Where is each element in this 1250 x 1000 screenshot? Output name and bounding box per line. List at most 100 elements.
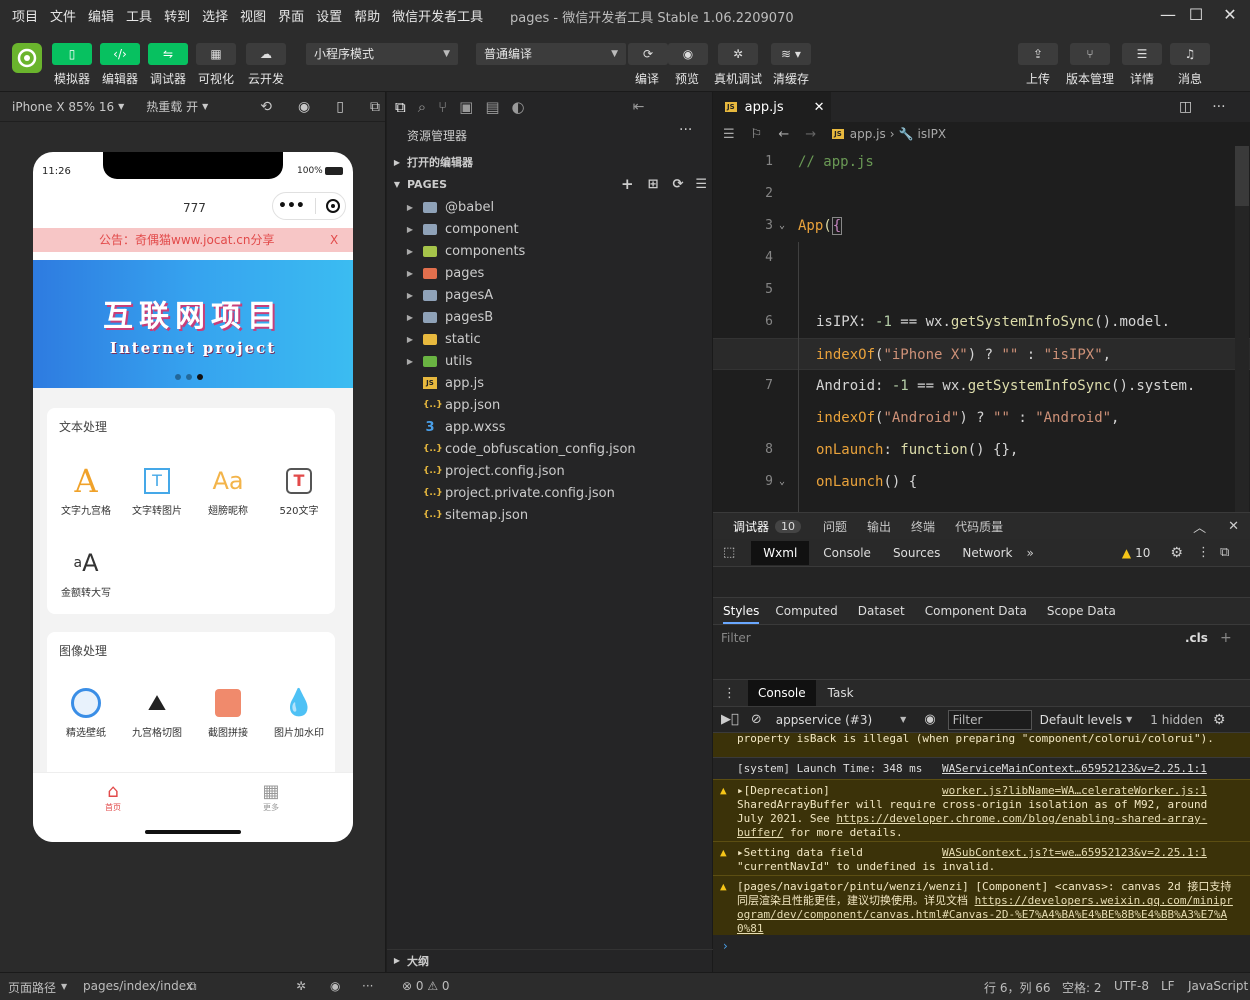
problems-count[interactable]: ⊗ 0 ⚠ 0 <box>402 979 450 993</box>
tree-folder[interactable]: ▶ pagesA <box>387 284 713 306</box>
grid-item-520-text[interactable]: T 520文字 <box>264 464 334 517</box>
console-source-link[interactable]: worker.js?libName=WA…celerateWorker.js:1 <box>942 784 1207 798</box>
language-mode[interactable]: JavaScript <box>1188 979 1248 993</box>
tree-folder[interactable]: ▶ utils <box>387 350 713 372</box>
tab-task[interactable]: Task <box>828 686 854 700</box>
close-mini-icon[interactable] <box>325 199 340 213</box>
cls-button[interactable]: .cls <box>1185 631 1208 645</box>
tree-file[interactable]: {..} project.config.json <box>387 460 713 482</box>
collapse-all-icon[interactable]: ☰ <box>695 177 707 192</box>
more-vertical-icon[interactable]: ⋮ <box>1197 545 1210 560</box>
add-rule-icon[interactable]: + <box>1220 630 1232 646</box>
clear-console-icon[interactable]: ⊘ <box>751 712 762 727</box>
debugger-toggle-button[interactable]: ⇋ <box>148 43 188 65</box>
tab-more[interactable]: ▦ 更多 <box>241 781 301 813</box>
dock-icon[interactable]: ⧉ <box>1220 545 1229 560</box>
menu-view[interactable]: 视图 <box>234 6 272 25</box>
console-filter-input[interactable]: Filter <box>947 709 1032 730</box>
refresh-icon[interactable]: ⟳ <box>673 177 684 192</box>
grid-item-text-image[interactable]: T 文字转图片 <box>122 464 192 517</box>
editor-tab-app-js[interactable]: JS app.js ✕ <box>713 92 831 122</box>
phone-icon[interactable]: ▯ <box>336 99 344 115</box>
gear-icon[interactable]: ⚙ <box>1170 545 1183 561</box>
remote-debug-button[interactable]: ✲ <box>718 43 758 65</box>
clear-cache-button[interactable]: ≋ ▾ <box>771 43 811 65</box>
page-path[interactable]: pages/index/index <box>83 979 193 993</box>
menu-help[interactable]: 帮助 <box>348 6 386 25</box>
more-vertical-icon[interactable]: ⋮ <box>723 686 736 701</box>
tree-file[interactable]: JS app.js <box>387 372 713 394</box>
tab-wxml[interactable]: Wxml <box>751 540 810 565</box>
grid-item-screenshot-join[interactable]: 截图拼接 <box>193 686 263 739</box>
tree-file[interactable]: {..} project.private.config.json <box>387 482 713 504</box>
console-prompt-icon[interactable]: › <box>723 939 728 953</box>
sidebar-toggle-icon[interactable]: ▶⃞ <box>721 712 739 727</box>
menu-select[interactable]: 选择 <box>196 6 234 25</box>
tree-file[interactable]: {..} code_obfuscation_config.json <box>387 438 713 460</box>
tab-sources[interactable]: Sources <box>893 546 940 560</box>
open-editors-header[interactable]: ▶ 打开的编辑器 <box>387 151 713 173</box>
context-select[interactable]: appservice (#3) <box>776 713 872 727</box>
tree-file[interactable]: 3 app.wxss <box>387 416 713 438</box>
more-tabs-icon[interactable]: » <box>1027 546 1034 560</box>
menu-file[interactable]: 文件 <box>44 6 82 25</box>
fold-icon[interactable]: ⌄ <box>779 466 785 498</box>
inspect-icon[interactable]: ⬚ <box>723 545 735 560</box>
console-source-link[interactable]: WAServiceMainContext…65952123&v=2.25.1:1 <box>942 762 1207 776</box>
grid-item-amount-upper[interactable]: aA 金额转大写 <box>51 546 121 599</box>
details-button[interactable]: ☰ <box>1122 43 1162 65</box>
tree-folder[interactable]: ▶ @babel <box>387 196 713 218</box>
rotate-icon[interactable]: ⟲ <box>260 99 272 115</box>
outline-header[interactable]: ▶ 大纲 <box>387 949 713 971</box>
cloud-dev-button[interactable]: ☁ <box>246 43 286 65</box>
line-ending[interactable]: LF <box>1161 979 1175 993</box>
more-icon[interactable]: ··· <box>679 122 692 138</box>
styles-filter-input[interactable]: Filter <box>721 631 1171 645</box>
menu-wechat-devtools[interactable]: 微信开发者工具 <box>386 6 489 25</box>
more-icon[interactable]: ··· <box>362 979 373 993</box>
new-file-icon[interactable]: + <box>621 175 634 193</box>
menu-edit[interactable]: 编辑 <box>82 6 120 25</box>
gear-icon[interactable]: ⚙ <box>1213 712 1226 728</box>
tab-terminal[interactable]: 终端 <box>911 518 935 535</box>
upload-button[interactable]: ⇪ <box>1018 43 1058 65</box>
maximize-icon[interactable]: ☐ <box>1178 4 1214 26</box>
menu-goto[interactable]: 转到 <box>158 6 196 25</box>
storage-icon[interactable]: ▤ <box>485 98 499 116</box>
bug-icon[interactable]: ✲ <box>296 979 306 993</box>
grid-item-wing-nickname[interactable]: Aa 翅膀昵称 <box>193 464 263 517</box>
tree-folder[interactable]: ▶ component <box>387 218 713 240</box>
menu-ui[interactable]: 界面 <box>272 6 310 25</box>
grid-item-watermark[interactable]: 💧 图片加水印 <box>264 686 334 739</box>
code-area[interactable]: 1 // app.js 2 3 ⌄ App({ 4 5 6 isIPX: -1 == w… <box>713 146 1250 512</box>
chevron-up-icon[interactable]: ︿ <box>1193 517 1206 536</box>
files-icon[interactable]: ⧉ <box>395 98 406 116</box>
more-icon[interactable]: ••• <box>278 198 305 214</box>
tab-console[interactable]: Console <box>823 546 871 560</box>
tree-folder[interactable]: ▶ static <box>387 328 713 350</box>
tree-folder[interactable]: ▶ pages <box>387 262 713 284</box>
extensions-icon[interactable]: ▣ <box>459 98 473 116</box>
tab-problems[interactable]: 问题 <box>823 518 847 535</box>
source-control-icon[interactable]: ⑂ <box>438 98 447 116</box>
tree-folder[interactable]: ▶ pagesB <box>387 306 713 328</box>
list-icon[interactable]: ☰ <box>723 127 735 142</box>
tab-component-data[interactable]: Component Data <box>925 604 1027 618</box>
new-folder-icon[interactable]: ⊞ <box>648 177 659 192</box>
search-icon[interactable]: ⌕ <box>418 98 426 116</box>
levels-select[interactable]: Default levels <box>1040 713 1122 727</box>
docker-icon[interactable]: ◐ <box>512 98 525 116</box>
eye-icon[interactable]: ◉ <box>330 979 340 993</box>
mode-select[interactable]: 小程序模式 ▼ <box>306 43 458 65</box>
scrollbar-thumb[interactable] <box>1235 146 1249 206</box>
capsule-button[interactable]: ••• <box>272 192 346 220</box>
console-source-link[interactable]: WASubContext.js?t=we…65952123&v=2.25.1:1 <box>942 846 1207 860</box>
compile-button[interactable]: ⟳ <box>628 43 668 65</box>
menu-project[interactable]: 项目 <box>6 6 44 25</box>
notice-close-button[interactable]: X <box>330 228 338 252</box>
simulator-toggle-button[interactable]: ▯ <box>52 43 92 65</box>
tree-file[interactable]: {..} app.json <box>387 394 713 416</box>
popout-icon[interactable]: ⧉ <box>370 99 380 115</box>
device-select[interactable]: iPhone X 85% 16 <box>12 100 114 114</box>
grid-item-text-grid[interactable]: A 文字九宫格 <box>51 462 121 517</box>
